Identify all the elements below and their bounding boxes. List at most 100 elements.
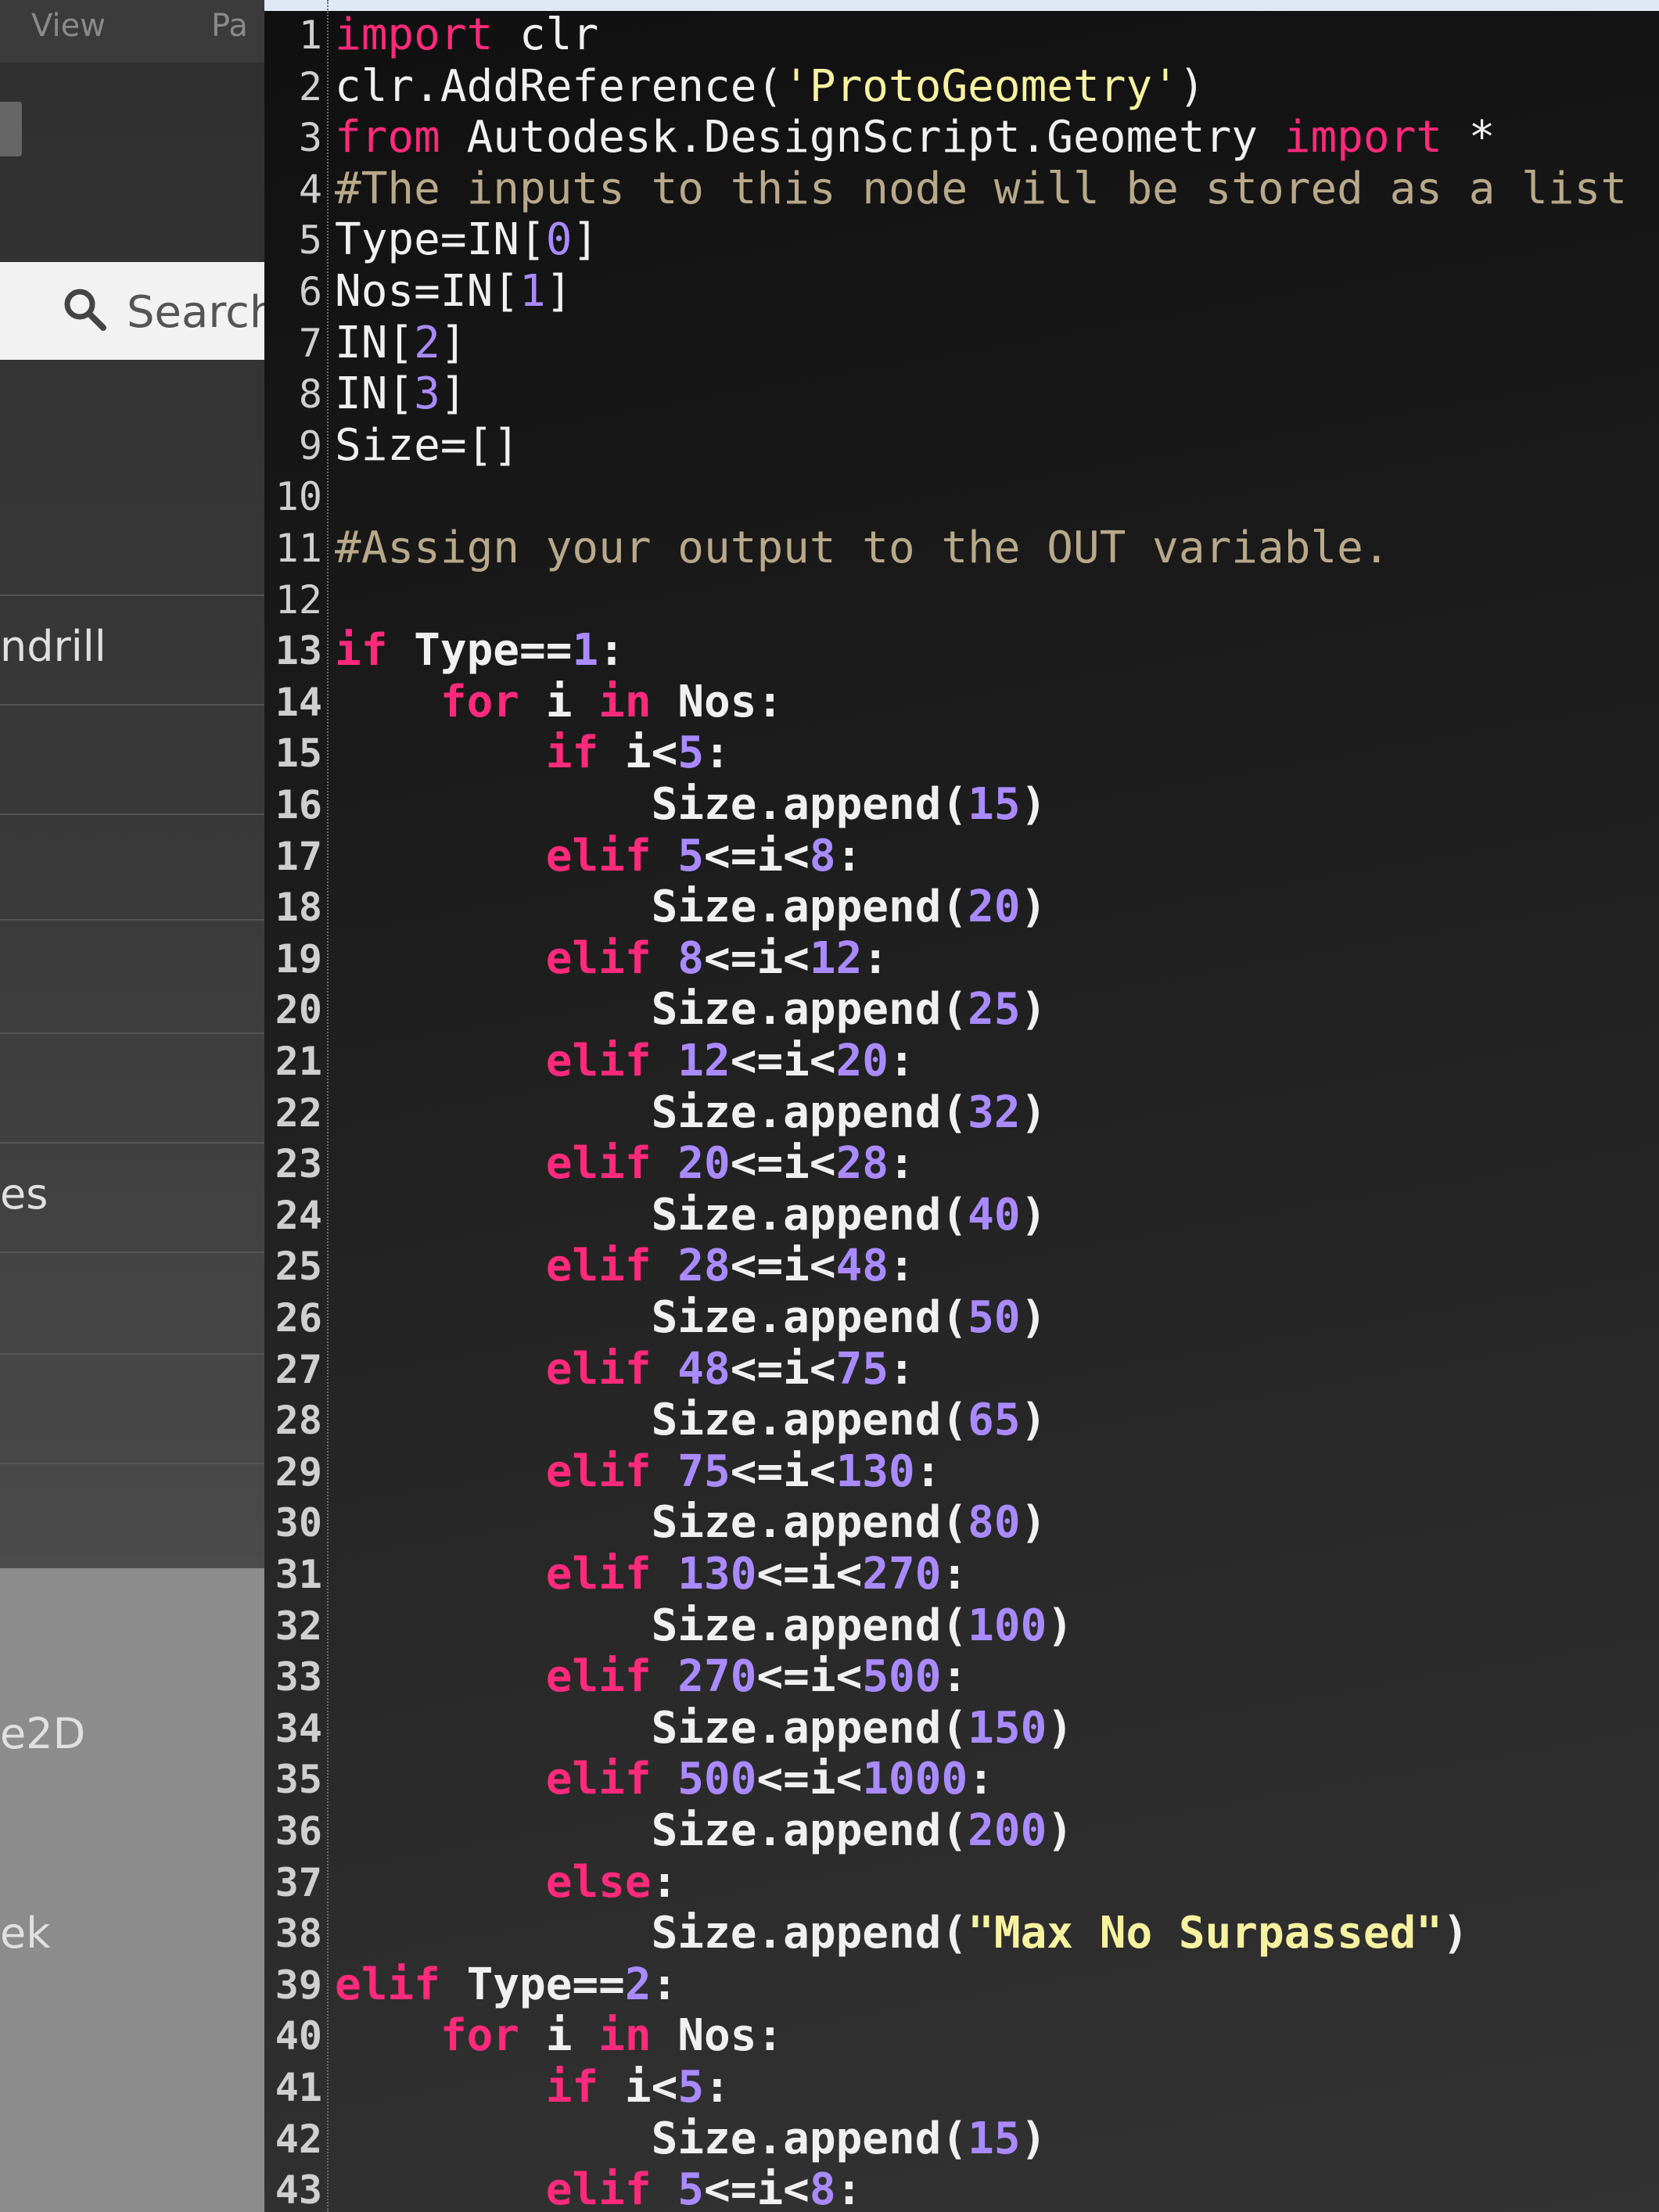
library-divider (0, 1463, 266, 1464)
code-line[interactable]: 34 Size.append(150) (264, 1703, 1659, 1754)
code-token: <=i< (730, 1241, 836, 1292)
code-text: elif 8<=i<12: (335, 933, 889, 985)
code-token: 20 (677, 1138, 731, 1190)
code-line[interactable]: 2 clr.AddReference('ProtoGeometry') (264, 61, 1659, 113)
code-token: <=i< (704, 932, 810, 984)
code-token: 1 (519, 266, 546, 317)
library-item[interactable]: es (0, 1169, 48, 1219)
code-line[interactable]: 11 #Assign your output to the OUT variabl… (264, 522, 1659, 574)
line-number: 41 (275, 2065, 322, 2110)
code-token: IN[ (335, 368, 415, 420)
code-line[interactable]: 28 Size.append(65) (264, 1395, 1659, 1446)
code-line[interactable]: 19 elif 8<=i<12: (264, 933, 1659, 985)
code-line[interactable]: 3 from Autodesk.DesignScript.Geometry imp… (264, 112, 1659, 163)
code-text: else: (335, 1857, 678, 1909)
code-token: in (598, 676, 652, 727)
code-line[interactable]: 15 if i<5: (264, 727, 1659, 779)
code-line[interactable]: 21 elif 12<=i<20: (264, 1036, 1659, 1087)
code-line[interactable]: 33 elif 270<=i<500: (264, 1651, 1659, 1703)
code-line[interactable]: 14 for i in Nos: (264, 677, 1659, 728)
code-token: 15 (968, 779, 1021, 830)
code-line[interactable]: 20 Size.append(25) (264, 984, 1659, 1036)
code-token: import (1284, 112, 1443, 163)
library-item[interactable]: ek (0, 1909, 51, 1958)
code-text: Size.append(65) (335, 1395, 1047, 1446)
code-token: "Max No Surpassed" (968, 1908, 1443, 1959)
code-token: : (889, 1036, 915, 1086)
code-line[interactable]: 30 Size.append(80) (264, 1497, 1659, 1549)
code-line[interactable]: 23 elif 20<=i<28: (264, 1138, 1659, 1190)
code-line[interactable]: 31 elif 130<=i<270: (264, 1549, 1659, 1600)
code-line[interactable]: 12 (264, 574, 1659, 626)
line-number: 38 (275, 1911, 322, 1957)
code-line[interactable]: 32 Size.append(100) (264, 1600, 1659, 1652)
code-token: 200 (968, 1805, 1047, 1856)
code-line[interactable]: 41 if i<5: (264, 2062, 1659, 2113)
code-token: ) (1047, 1600, 1074, 1651)
code-line[interactable]: 25 elif 28<=i<48: (264, 1241, 1659, 1292)
code-line[interactable]: 4 #The inputs to this node will be stored… (264, 163, 1659, 215)
code-line[interactable]: 16 Size.append(15) (264, 779, 1659, 831)
library-search-input[interactable]: Search (0, 262, 266, 360)
code-line[interactable]: 39 elif Type==2: (264, 1959, 1659, 2011)
code-line[interactable]: 7 IN[2] (264, 318, 1659, 369)
code-token: 150 (968, 1702, 1047, 1754)
code-token: 48 (677, 1343, 731, 1395)
code-line[interactable]: 1 import clr (264, 9, 1659, 61)
line-number: 26 (275, 1295, 322, 1341)
code-line[interactable]: 22 Size.append(32) (264, 1087, 1659, 1139)
code-line[interactable]: 6 Nos=IN[1] (264, 266, 1659, 318)
code-token: Size.append( (335, 1189, 968, 1241)
code-line[interactable]: 42 Size.append(15) (264, 2113, 1659, 2165)
code-line[interactable]: 5 Type=IN[0] (264, 214, 1659, 266)
code-token: 3 (414, 368, 440, 420)
code-line[interactable]: 8 IN[3] (264, 368, 1659, 420)
line-number: 43 (275, 2167, 322, 2212)
search-icon (64, 289, 106, 331)
code-line[interactable]: 13 if Type==1: (264, 625, 1659, 677)
code-line[interactable]: 40 for i in Nos: (264, 2010, 1659, 2062)
code-token: elif (545, 1651, 652, 1703)
code-line[interactable]: 36 Size.append(200) (264, 1805, 1659, 1857)
code-token: <=i< (730, 1138, 836, 1190)
code-token: 2 (624, 1959, 652, 2010)
code-line[interactable]: 24 Size.append(40) (264, 1190, 1659, 1241)
code-token: Size.append( (335, 1395, 968, 1446)
code-line[interactable]: 10 (264, 471, 1659, 522)
library-toggle-icon[interactable] (0, 102, 22, 156)
code-text: elif 28<=i<48: (335, 1241, 915, 1292)
code-line[interactable]: 18 Size.append(20) (264, 882, 1659, 933)
code-line[interactable]: 43 elif 5<=i<8: (264, 2164, 1659, 2212)
code-token: 20 (968, 882, 1021, 933)
code-text: elif 12<=i<20: (335, 1036, 915, 1087)
code-line[interactable]: 29 elif 75<=i<130: (264, 1446, 1659, 1498)
code-token: i (519, 676, 599, 727)
code-line[interactable]: 17 elif 5<=i<8: (264, 831, 1659, 882)
code-token: elif (545, 1036, 652, 1086)
library-item[interactable]: ndrill (0, 622, 106, 671)
code-token: 0 (545, 214, 573, 266)
code-token: <=i< (730, 1445, 836, 1497)
code-text: clr.AddReference('ProtoGeometry') (335, 61, 1205, 113)
code-line[interactable]: 35 elif 500<=i<1000: (264, 1754, 1659, 1805)
code-token: 48 (835, 1241, 889, 1292)
code-token: : (835, 830, 863, 882)
menu-item-view[interactable]: View (31, 8, 106, 44)
line-number: 6 (298, 269, 322, 314)
code-text: elif 5<=i<8: (335, 2164, 863, 2212)
code-line[interactable]: 37 else: (264, 1857, 1659, 1909)
code-line[interactable]: 26 Size.append(50) (264, 1292, 1659, 1344)
code-line[interactable]: 9 Size=[] (264, 420, 1659, 472)
code-token: * (1442, 112, 1496, 163)
code-line[interactable]: 38 Size.append("Max No Surpassed") (264, 1908, 1659, 1959)
library-lower-section (0, 1568, 266, 2212)
code-line[interactable]: 27 elif 48<=i<75: (264, 1344, 1659, 1395)
line-number: 23 (275, 1141, 322, 1187)
menu-item-partial[interactable]: Pa (211, 8, 248, 44)
python-script-editor[interactable]: 1 import clr 2 clr.AddReference('ProtoGeome… (264, 0, 1659, 2212)
library-item[interactable]: e2D (0, 1709, 85, 1758)
